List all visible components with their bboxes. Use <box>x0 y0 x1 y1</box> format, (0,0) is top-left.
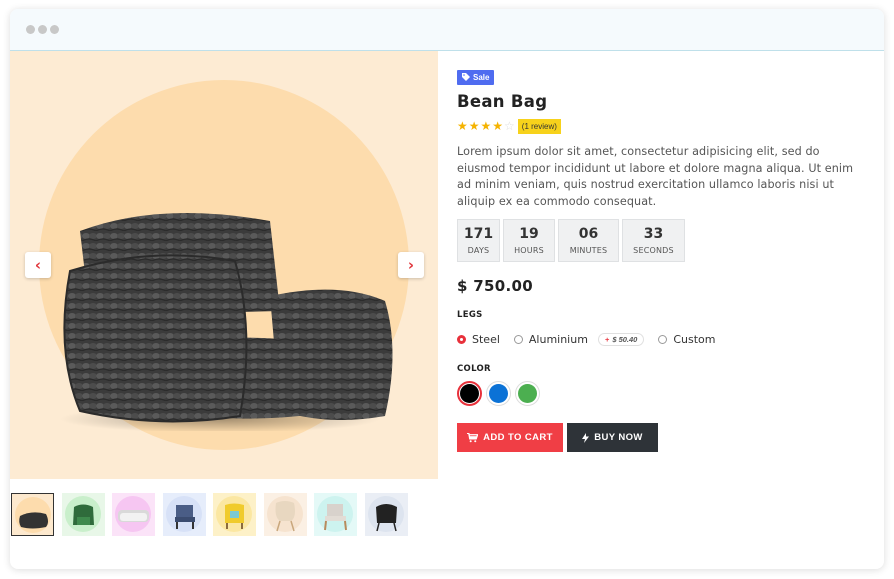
legs-option-label: Aluminium <box>528 333 588 346</box>
legs-option-label: Steel <box>472 333 500 346</box>
bean-bag-image <box>60 213 393 431</box>
radio-icon[interactable] <box>513 335 523 344</box>
purchase-actions: ADD TO CART BUY NOW <box>457 423 867 452</box>
countdown-value: 19 <box>519 226 539 242</box>
sale-badge-label: Sale <box>473 72 490 82</box>
cart-icon <box>467 432 479 442</box>
review-count-link[interactable]: (1 review) <box>517 118 561 134</box>
swatch-fill <box>518 384 537 403</box>
color-swatches <box>457 381 867 406</box>
legs-option-title: LEGS <box>457 310 483 320</box>
countdown-label: HOURS <box>514 246 544 255</box>
gallery-next-button[interactable]: › <box>398 252 424 278</box>
countdown-label: SECONDS <box>633 246 674 255</box>
product-price: $ 750.00 <box>457 277 533 295</box>
thumbnail-blue-chair[interactable] <box>162 493 206 536</box>
color-option-title: COLOR <box>457 364 491 374</box>
sale-countdown: 171 DAYS 19 HOURS 06 MINUTES 33 SECONDS <box>457 219 867 262</box>
product-rating: ★★★★☆ (1 review) <box>457 118 867 134</box>
browser-window: ‹ › Sale Bean Bag ★★★★☆ (1 review) Lorem… <box>10 9 884 569</box>
product-title: Bean Bag <box>457 92 548 111</box>
window-dot-icon <box>38 25 47 34</box>
color-swatch-black[interactable] <box>457 381 482 406</box>
thumbnail-black-lounge-chair[interactable] <box>364 493 408 536</box>
legs-option-steel[interactable]: Steel <box>457 333 500 346</box>
countdown-label: MINUTES <box>569 246 608 255</box>
radio-icon[interactable] <box>658 335 668 344</box>
star-rating-icon: ★★★★☆ <box>457 119 516 133</box>
color-swatch-green[interactable] <box>515 381 540 406</box>
countdown-value: 06 <box>578 226 599 242</box>
add-to-cart-label: ADD TO CART <box>483 432 553 443</box>
legs-option-aluminium[interactable]: Aluminium <box>513 333 588 346</box>
legs-option-custom[interactable]: Custom <box>658 333 716 346</box>
thumbnail-green-armchair[interactable] <box>61 493 105 536</box>
extra-price-label: $ 50.40 <box>612 335 638 344</box>
radio-selected-icon[interactable] <box>457 335 466 344</box>
countdown-minutes: 06 MINUTES <box>558 219 619 262</box>
thumbnail-wooden-armchair[interactable] <box>314 493 357 536</box>
countdown-value: 171 <box>463 226 494 242</box>
product-main-image: ‹ › <box>10 51 438 479</box>
product-info: Sale Bean Bag ★★★★☆ (1 review) Lorem ips… <box>457 66 867 452</box>
thumbnail-yellow-armchair[interactable] <box>213 493 256 536</box>
countdown-label: DAYS <box>467 246 490 255</box>
gallery-prev-button[interactable]: ‹ <box>25 252 51 278</box>
extra-price-badge: + $ 50.40 <box>597 333 645 346</box>
plus-icon: + <box>604 335 610 344</box>
countdown-seconds: 33 SECONDS <box>622 219 685 262</box>
countdown-value: 33 <box>643 226 664 242</box>
legs-option-label: Custom <box>673 333 716 346</box>
window-dot-icon <box>26 25 35 34</box>
tag-icon <box>462 73 470 81</box>
lightning-icon <box>582 432 590 443</box>
swatch-fill <box>489 384 508 403</box>
chevron-left-icon: ‹ <box>34 256 42 274</box>
thumbnail-black-bean-bag[interactable] <box>11 493 54 536</box>
add-to-cart-button[interactable]: ADD TO CART <box>457 423 563 452</box>
swatch-fill <box>460 384 479 403</box>
countdown-days: 171 DAYS <box>457 219 500 262</box>
thumbnail-wicker-chair[interactable] <box>263 493 307 536</box>
legs-options: Steel Aluminium + $ 50.40 Custom <box>457 333 867 346</box>
buy-now-label: BUY NOW <box>594 432 643 443</box>
chevron-right-icon: › <box>407 256 415 274</box>
product-description: Lorem ipsum dolor sit amet, consectetur … <box>457 145 854 208</box>
buy-now-button[interactable]: BUY NOW <box>567 423 658 452</box>
window-titlebar <box>10 9 884 51</box>
color-swatch-blue[interactable] <box>486 381 511 406</box>
thumbnail-strip <box>11 493 415 536</box>
window-dot-icon <box>50 25 59 34</box>
countdown-hours: 19 HOURS <box>503 219 555 262</box>
sale-badge: Sale <box>457 69 495 85</box>
thumbnail-white-sofa[interactable] <box>112 493 155 536</box>
